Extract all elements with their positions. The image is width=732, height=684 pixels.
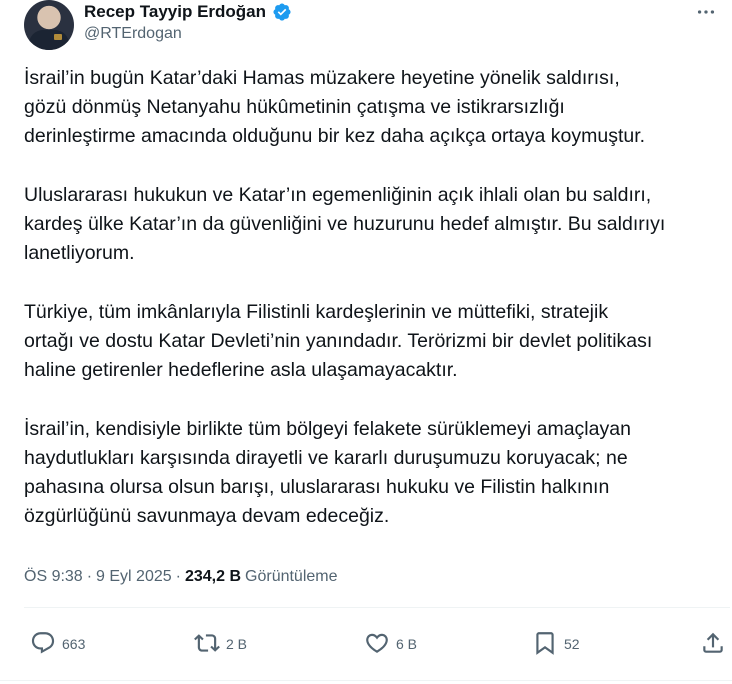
display-name[interactable]: Recep Tayyip Erdoğan bbox=[84, 2, 266, 22]
tweet-paragraph: İsrail’in, kendisiyle birlikte tüm bölge… bbox=[24, 418, 631, 527]
reply-button[interactable]: 663 bbox=[30, 626, 85, 662]
tweet-paragraph: Uluslararası hukukun ve Katar’ın egemenl… bbox=[24, 184, 666, 264]
avatar-insignia bbox=[54, 34, 62, 40]
like-count: 6 B bbox=[396, 636, 418, 652]
views-label: Görüntüleme bbox=[245, 568, 338, 585]
repost-count: 2 B bbox=[226, 636, 248, 652]
name-row: Recep Tayyip Erdoğan bbox=[84, 1, 292, 23]
tweet-paragraph: Türkiye, tüm imkânlarıyla Filistinli kar… bbox=[24, 301, 653, 381]
tweet-text: İsrail’in bugün Katar’daki Hamas müzaker… bbox=[24, 64, 724, 561]
bookmark-button[interactable]: 52 bbox=[532, 626, 580, 662]
tweet-time[interactable]: ÖS 9:38 bbox=[24, 568, 83, 586]
bookmark-count: 52 bbox=[564, 636, 580, 652]
heart-icon bbox=[364, 630, 390, 659]
tweet-header: Recep Tayyip Erdoğan @RTErdogan bbox=[0, 0, 732, 56]
more-horizontal-icon[interactable] bbox=[694, 2, 718, 22]
share-icon bbox=[700, 630, 726, 659]
action-bar: 663 2 B 6 B 52 bbox=[0, 626, 732, 662]
repost-button[interactable]: 2 B bbox=[194, 626, 247, 662]
tweet-date[interactable]: 9 Eyl 2025 bbox=[96, 568, 172, 586]
reply-icon bbox=[30, 630, 56, 659]
bookmark-icon bbox=[532, 630, 558, 659]
tweet-paragraph: İsrail’in bugün Katar’daki Hamas müzaker… bbox=[24, 67, 646, 147]
bottom-divider bbox=[0, 680, 732, 681]
divider bbox=[24, 607, 730, 608]
avatar-uniform bbox=[29, 30, 69, 50]
meta-separator: · bbox=[175, 568, 181, 585]
reply-count: 663 bbox=[62, 636, 86, 652]
views-count: 234,2 B bbox=[184, 568, 242, 585]
handle[interactable]: @RTErdogan bbox=[84, 25, 182, 43]
avatar[interactable] bbox=[24, 0, 74, 50]
repost-icon bbox=[194, 630, 220, 659]
share-button[interactable] bbox=[700, 626, 726, 662]
like-button[interactable]: 6 B bbox=[364, 626, 417, 662]
verified-badge-icon[interactable] bbox=[272, 2, 292, 22]
meta-separator: · bbox=[86, 568, 93, 585]
tweet-meta: ÖS 9:38 · 9 Eyl 2025 · 234,2 B Görüntüle… bbox=[24, 568, 338, 586]
